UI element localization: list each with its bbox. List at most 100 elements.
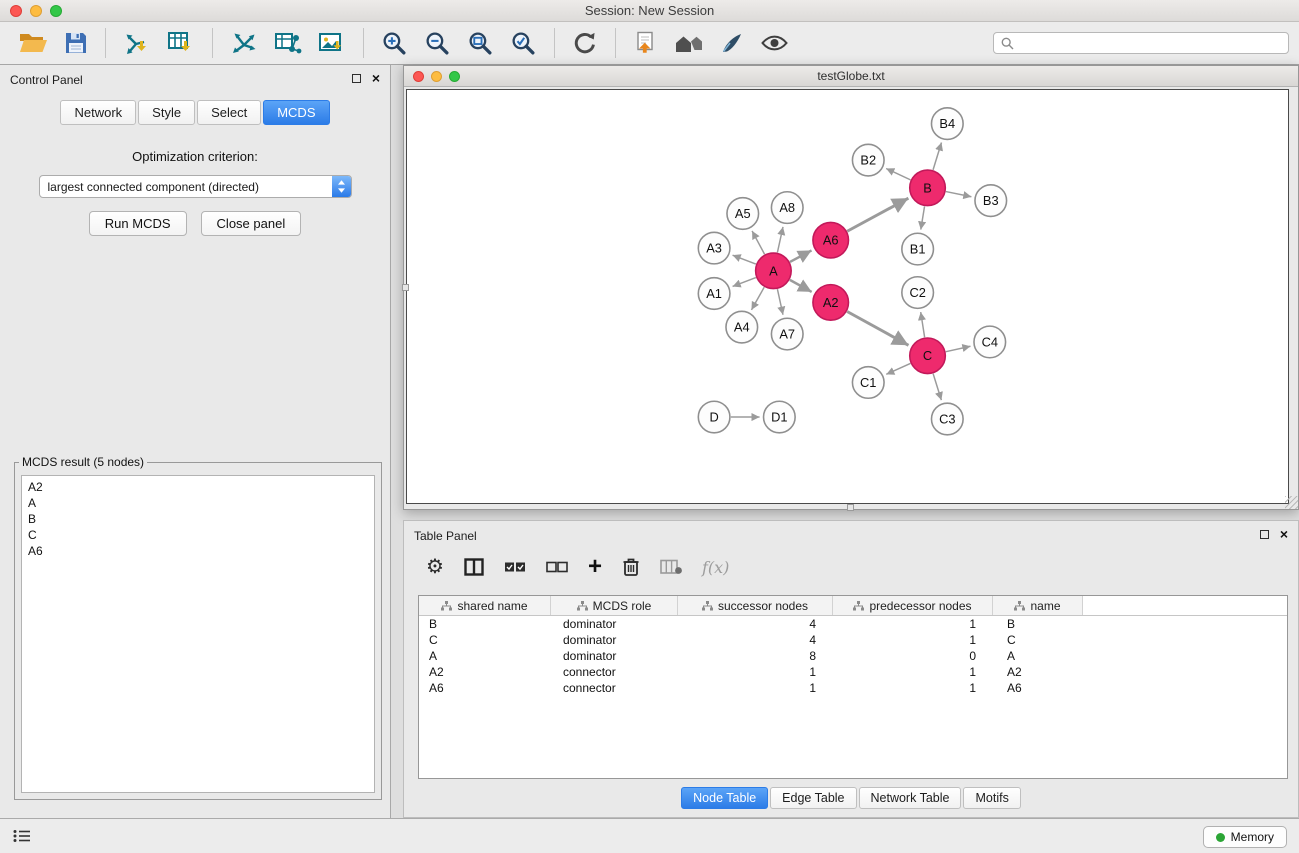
table-row[interactable]: Cdominator41C [419,632,1287,648]
show-hide-button[interactable] [755,30,794,56]
node-A[interactable]: A [756,253,792,289]
column-header-mcds-role[interactable]: MCDS role [551,596,678,615]
node-C2[interactable]: C2 [902,277,934,309]
column-header-predecessor-nodes[interactable]: predecessor nodes [833,596,993,615]
edge-A6-B[interactable] [847,198,908,231]
edge-C-C3[interactable] [933,374,941,400]
zoom-in-button[interactable] [376,28,413,59]
close-window-button[interactable] [10,5,22,17]
tab-network-table[interactable]: Network Table [859,787,962,809]
tab-edge-table[interactable]: Edge Table [770,787,856,809]
node-A2[interactable]: A2 [813,285,849,321]
result-item[interactable]: C [28,527,368,543]
network-minimize-button[interactable] [431,71,442,82]
node-C3[interactable]: C3 [931,403,963,435]
column-header-successor-nodes[interactable]: successor nodes [678,596,833,615]
table-row[interactable]: Bdominator41B [419,616,1287,632]
node-B1[interactable]: B1 [902,233,934,265]
node-C[interactable]: C [910,338,946,374]
resize-handle-left[interactable] [402,284,409,291]
network-window-titlebar[interactable]: testGlobe.txt [404,66,1298,87]
node-B[interactable]: B [910,170,946,206]
new-network-from-table-button[interactable] [269,28,307,58]
close-panel-button[interactable]: Close panel [201,211,302,236]
criterion-dropdown[interactable]: largest connected component (directed) [39,175,352,198]
edge-A-A6[interactable] [790,250,812,262]
home-button[interactable] [669,29,709,57]
node-A1[interactable]: A1 [698,278,730,310]
show-columns-button[interactable] [464,558,484,576]
result-item[interactable]: A6 [28,543,368,559]
node-A4[interactable]: A4 [726,311,758,343]
resize-handle-bottom[interactable] [847,504,854,511]
network-close-button[interactable] [413,71,424,82]
network-canvas-area[interactable]: AA1A2A3A4A5A6A7A8BB1B2B3B4CC1C2C3C4DD1 [406,89,1289,504]
edge-B-B2[interactable] [886,169,910,180]
node-C4[interactable]: C4 [974,326,1006,358]
task-history-button[interactable] [13,829,31,846]
edge-A-A4[interactable] [751,287,764,310]
close-panel-icon[interactable]: × [1280,529,1288,539]
edge-A2-C[interactable] [847,311,908,345]
run-mcds-button[interactable]: Run MCDS [89,211,187,236]
tab-mcds[interactable]: MCDS [263,100,329,125]
add-column-button[interactable]: + [588,557,602,577]
tab-select[interactable]: Select [197,100,261,125]
edge-A-A7[interactable] [777,289,783,315]
search-input[interactable] [1019,36,1281,50]
edge-A-A1[interactable] [733,278,756,287]
node-A7[interactable]: A7 [771,318,803,350]
edge-B-B4[interactable] [933,142,941,169]
edge-C-C4[interactable] [946,346,971,351]
tab-network[interactable]: Network [60,100,136,125]
minimize-window-button[interactable] [30,5,42,17]
edge-B-B1[interactable] [921,206,925,229]
zoom-window-button[interactable] [50,5,62,17]
node-B2[interactable]: B2 [852,144,884,176]
search-box[interactable] [993,32,1289,54]
resize-grip[interactable] [1285,496,1298,509]
result-item[interactable]: A2 [28,479,368,495]
duplicate-network-button[interactable] [628,28,663,58]
node-A6[interactable]: A6 [813,222,849,258]
tab-style[interactable]: Style [138,100,195,125]
import-network-from-file-button[interactable] [118,28,156,58]
zoom-out-button[interactable] [419,28,456,59]
node-C1[interactable]: C1 [852,367,884,399]
column-header-shared-name[interactable]: shared name [419,596,551,615]
node-D1[interactable]: D1 [764,401,796,433]
node-A8[interactable]: A8 [771,192,803,224]
open-session-button[interactable] [13,29,53,57]
export-image-button[interactable] [313,29,351,57]
float-panel-icon[interactable] [352,74,361,83]
deselect-all-columns-button[interactable] [546,561,568,573]
import-table-from-file-button[interactable] [162,28,200,58]
mcds-result-list[interactable]: A2ABCA6 [21,475,375,793]
select-all-columns-button[interactable] [504,561,526,573]
column-header-name[interactable]: name [993,596,1083,615]
edge-A-A2[interactable] [790,280,812,292]
edge-C-C1[interactable] [886,363,910,374]
result-item[interactable]: B [28,511,368,527]
node-B4[interactable]: B4 [931,108,963,140]
save-session-button[interactable] [59,29,93,57]
node-A3[interactable]: A3 [698,232,730,264]
edge-A-A5[interactable] [752,231,764,254]
float-panel-icon[interactable] [1260,530,1269,539]
edge-B-B3[interactable] [946,192,971,197]
tab-motifs[interactable]: Motifs [963,787,1020,809]
node-B3[interactable]: B3 [975,185,1007,217]
tab-node-table[interactable]: Node Table [681,787,768,809]
edge-A-A3[interactable] [733,255,756,264]
delete-table-button[interactable] [660,559,682,575]
edge-C-C2[interactable] [921,312,925,337]
table-row[interactable]: A6connector11A6 [419,680,1287,696]
dropdown-stepper-icon[interactable] [332,176,351,197]
table-row[interactable]: Adominator80A [419,648,1287,664]
style-brush-button[interactable] [715,29,749,57]
table-row[interactable]: A2connector11A2 [419,664,1287,680]
close-panel-icon[interactable]: × [372,73,380,83]
memory-button[interactable]: Memory [1203,826,1287,848]
zoom-selected-button[interactable] [505,28,542,59]
network-zoom-button[interactable] [449,71,460,82]
